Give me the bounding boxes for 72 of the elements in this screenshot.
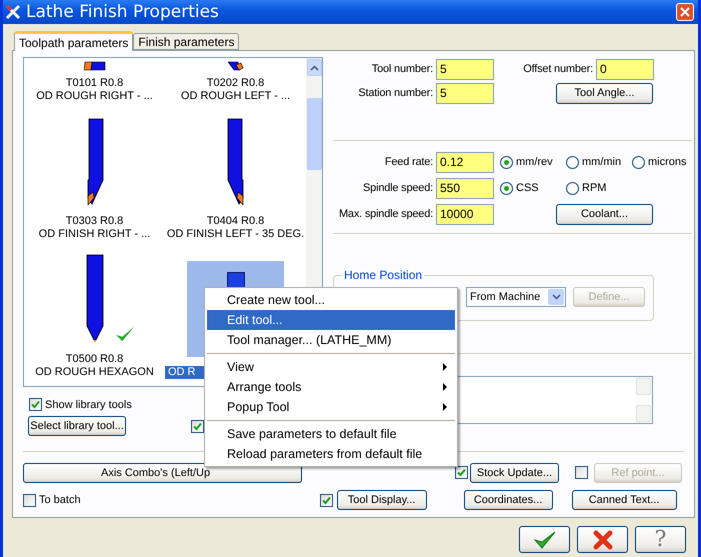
close-icon xyxy=(680,7,690,17)
checkbox[interactable] xyxy=(23,494,36,507)
app-icon xyxy=(5,4,21,20)
field-label: Station number: xyxy=(357,87,434,99)
radio-option[interactable]: mm/min xyxy=(566,156,632,168)
checkbox[interactable] xyxy=(455,466,468,480)
coordinates-button[interactable]: Coordinates... xyxy=(464,490,553,510)
tool-icon xyxy=(84,61,106,71)
check-icon xyxy=(534,530,556,550)
checkbox-label: To batch xyxy=(39,494,81,506)
tool-icon xyxy=(84,254,104,344)
window-title: Lathe Finish Properties xyxy=(26,2,220,22)
tool-item[interactable]: T0404 R0.8 OD FINISH LEFT - 35 DEG. xyxy=(165,106,306,244)
radio-option[interactable]: microns xyxy=(632,156,692,168)
tool-label: T0303 R0.8 OD FINISH RIGHT - ... xyxy=(38,215,152,241)
home-position-dropdown[interactable]: From Machine xyxy=(466,287,566,307)
submenu-arrow-icon xyxy=(443,363,447,371)
feed-rate-field[interactable]: 0.12 xyxy=(436,152,494,172)
checkbox[interactable] xyxy=(191,420,204,432)
radio-label: RPM xyxy=(582,182,606,194)
canned-text-button[interactable]: Canned Text... xyxy=(572,490,677,510)
tool-item[interactable]: T0202 R0.8 OD ROUGH LEFT - ... xyxy=(165,58,306,106)
radio-option[interactable]: RPM xyxy=(566,182,632,194)
close-button[interactable] xyxy=(676,3,694,21)
radio-option[interactable]: mm/rev xyxy=(500,156,566,168)
close-icon xyxy=(592,530,612,550)
radio-label: microns xyxy=(648,156,687,168)
tool-icon xyxy=(226,118,246,206)
scroll-thumb[interactable] xyxy=(307,98,322,170)
scroll-up-button[interactable] xyxy=(307,59,322,76)
radio-label: mm/rev xyxy=(516,156,553,168)
radio-label: CSS xyxy=(516,182,539,194)
cancel-button[interactable] xyxy=(577,526,628,553)
field-label: Feed rate: xyxy=(384,156,434,168)
tool-item[interactable]: T0500 R0.8 OD ROUGH HEXAGON xyxy=(24,244,165,382)
radio-option[interactable]: CSS xyxy=(500,182,566,194)
tool-number-field[interactable]: 5 xyxy=(436,58,494,80)
tool-label: T0202 R0.8 OD ROUGH LEFT - ... xyxy=(180,77,292,103)
submenu-arrow-icon xyxy=(443,403,447,411)
stock-update-button[interactable]: Stock Update... xyxy=(470,462,559,483)
radio-label: mm/min xyxy=(582,156,622,168)
tool-label: T0101 R0.8 OD ROUGH RIGHT - ... xyxy=(35,77,154,103)
checkbox[interactable] xyxy=(320,494,333,507)
tool-item[interactable]: T0101 R0.8 OD ROUGH RIGHT - ... xyxy=(24,58,165,106)
axis-combo-button[interactable]: Axis Combo's (Left/Up xyxy=(23,462,302,483)
tool-icon xyxy=(228,61,244,71)
select-library-button[interactable]: Select library tool... xyxy=(28,416,126,436)
spindle-speed-field[interactable]: 550 xyxy=(436,178,494,198)
tool-display-button[interactable]: Tool Display... xyxy=(336,490,427,510)
help-button[interactable]: ? xyxy=(635,526,686,553)
menu-item[interactable]: Edit tool... xyxy=(207,310,455,330)
offset-number-field[interactable]: 0 xyxy=(596,58,654,80)
group-title: Home Position xyxy=(343,268,424,282)
submenu-arrow-icon xyxy=(443,383,447,391)
to-batch-checkbox[interactable]: To batch xyxy=(23,494,81,507)
ok-button[interactable] xyxy=(519,526,570,553)
tab[interactable]: Toolpath parameters xyxy=(14,31,134,51)
station-number-field[interactable]: 5 xyxy=(436,82,494,104)
field-label: Spindle speed: xyxy=(362,182,434,194)
tool-item[interactable]: T0303 R0.8 OD FINISH RIGHT - ... xyxy=(24,106,165,244)
field-label: Tool number: xyxy=(370,63,434,75)
tool-label: T0500 R0.8 OD ROUGH HEXAGON xyxy=(34,353,155,379)
max-spindle-speed-field[interactable]: 10000 xyxy=(436,204,494,224)
checkbox-label: Show library tools xyxy=(45,398,132,410)
field-label: Max. spindle speed: xyxy=(338,208,434,220)
tool-label: T0404 R0.8 OD FINISH LEFT - 35 DEG. xyxy=(166,215,306,241)
coolant-button[interactable]: Coolant... xyxy=(556,204,653,224)
tool-icon xyxy=(84,118,104,206)
tool-angle-button[interactable]: Tool Angle... xyxy=(556,82,653,104)
checkbox[interactable] xyxy=(29,398,42,411)
field-label: Offset number: xyxy=(522,63,594,75)
tab[interactable]: Finish parameters xyxy=(133,33,240,50)
